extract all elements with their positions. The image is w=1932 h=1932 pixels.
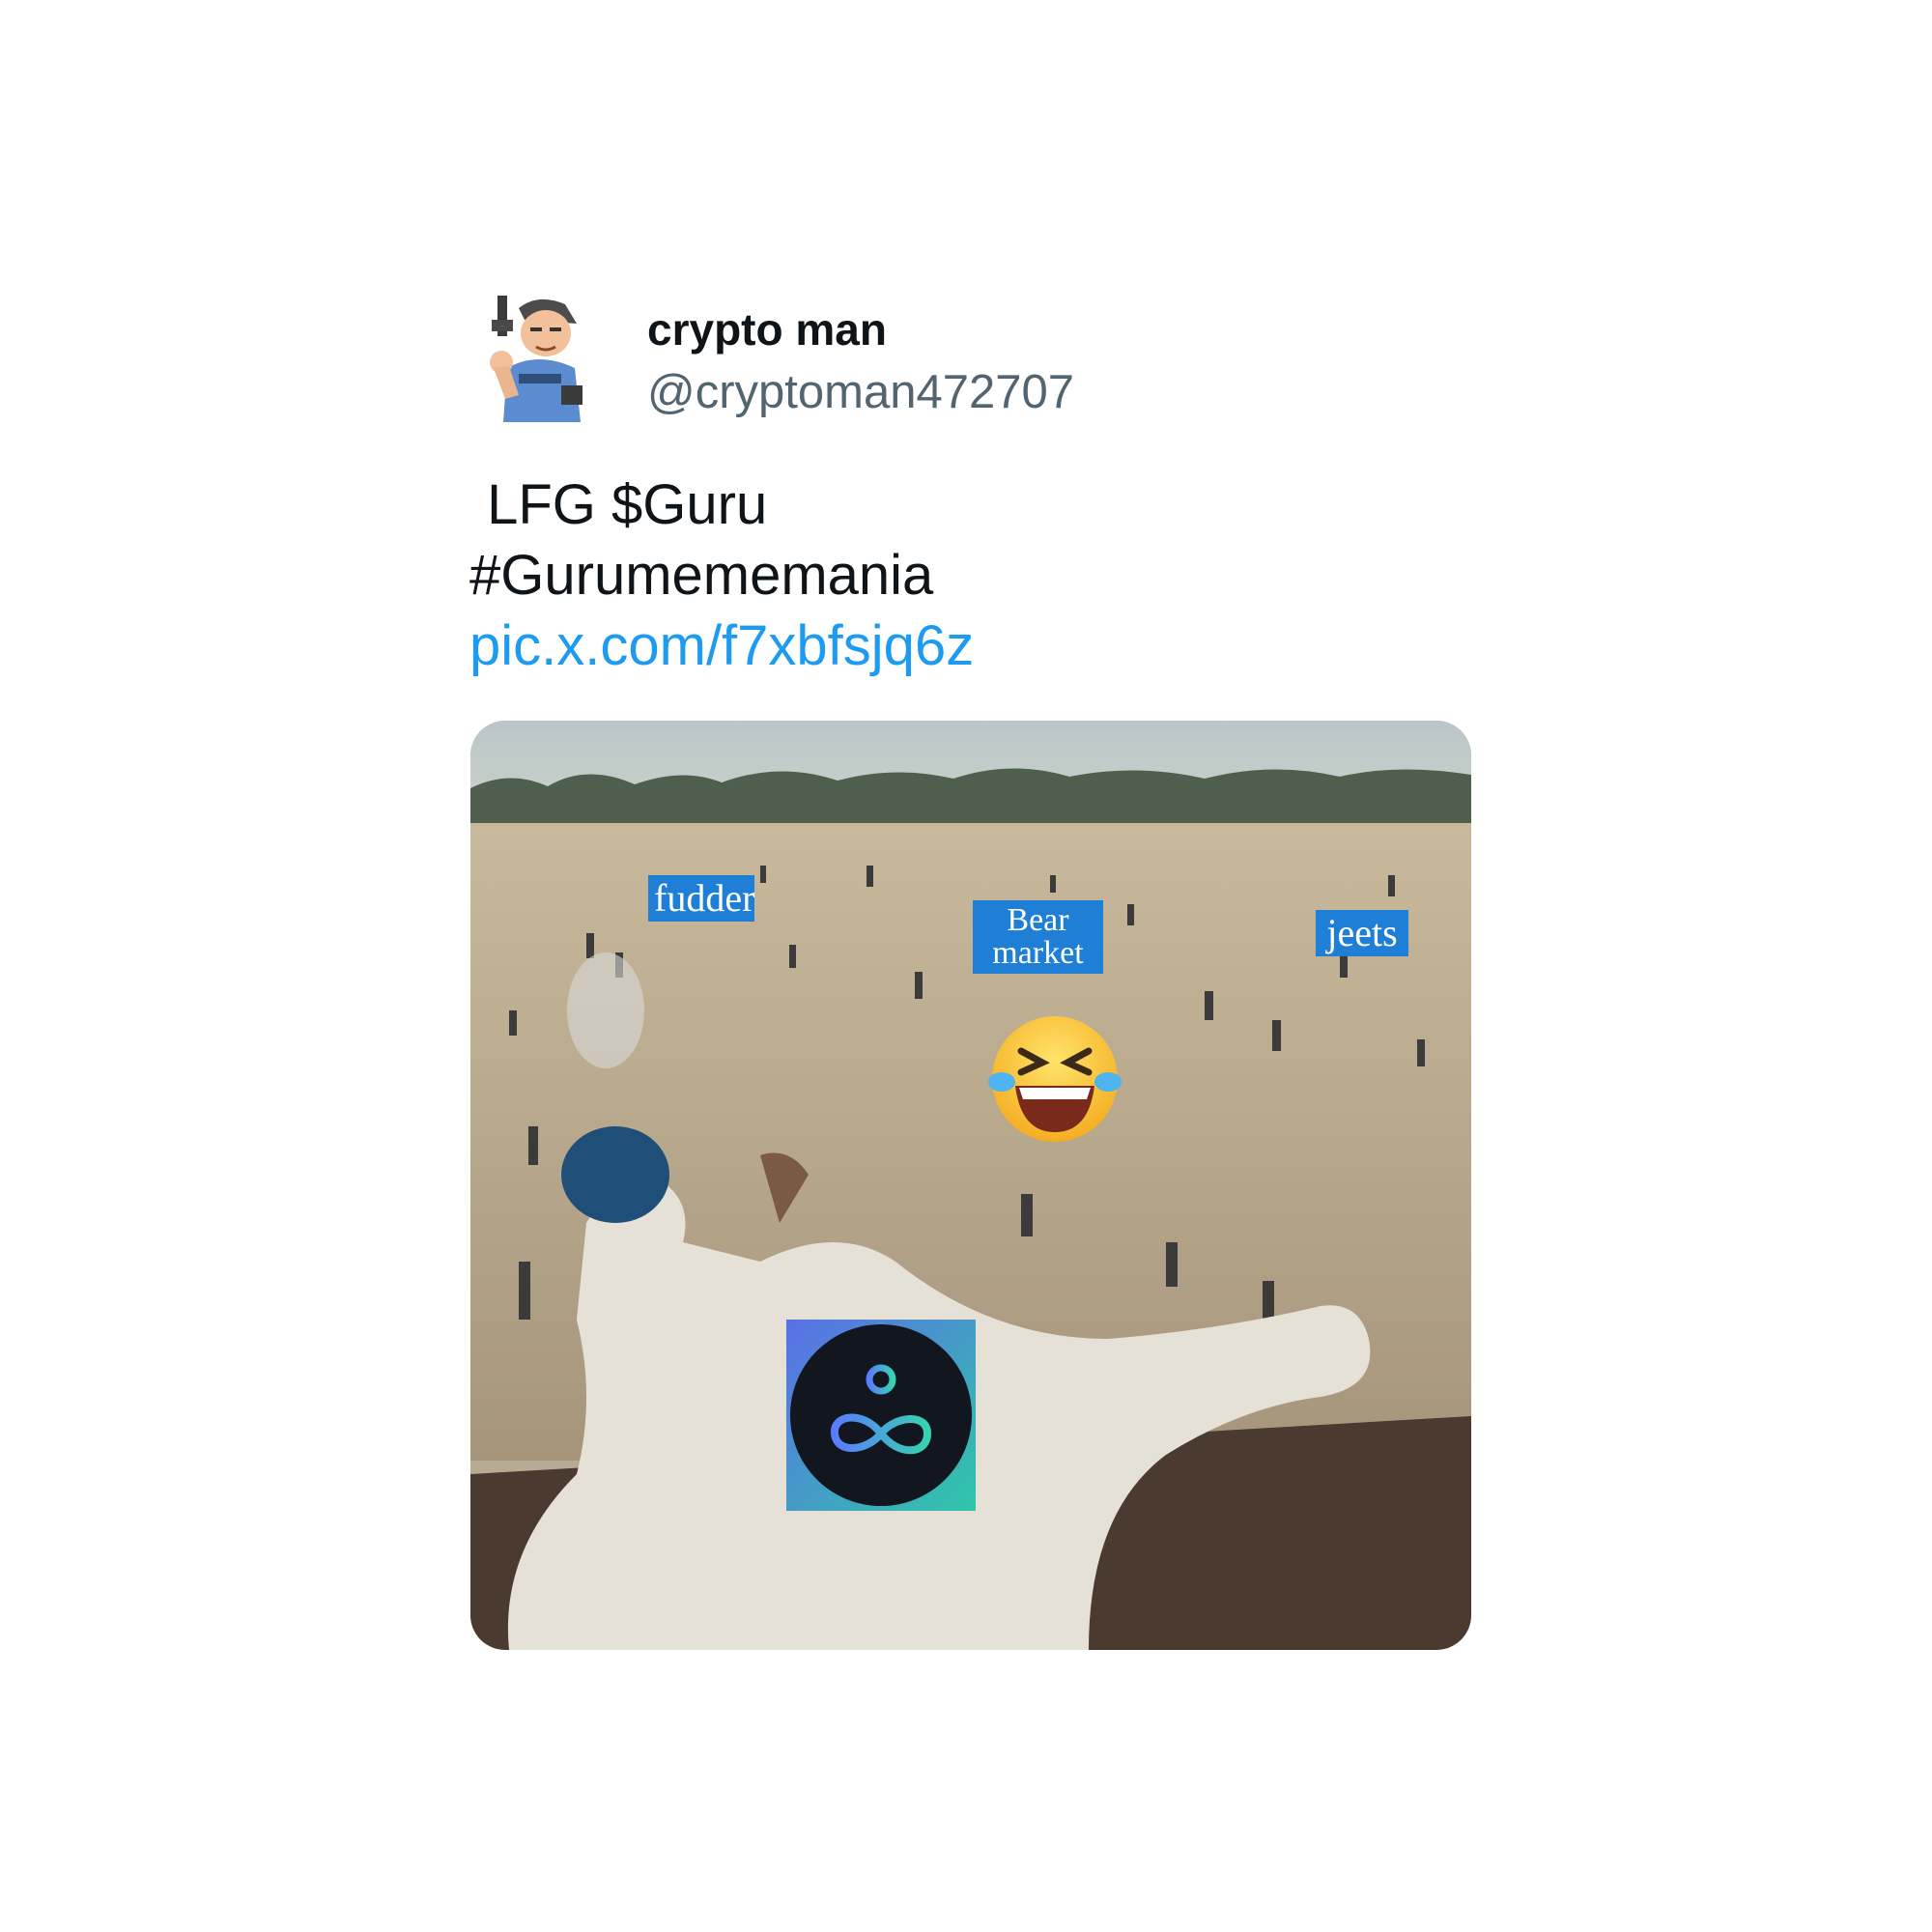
author-handle[interactable]: @cryptoman472707 (647, 369, 1074, 416)
tweet-card: crypto man @cryptoman472707 LFG $Guru #G… (0, 0, 1932, 1932)
author-name[interactable]: crypto man (647, 307, 887, 352)
avatar[interactable] (480, 291, 596, 426)
label-bear-line-1: Bear (1007, 902, 1069, 938)
guru-infinity-logo-icon (786, 1320, 976, 1511)
label-jeets: jeets (1316, 910, 1408, 956)
media-link[interactable]: pic.x.com/f7xbfsjq6z (469, 618, 974, 674)
label-bear-market: Bear market (973, 900, 1103, 974)
cartoon-gunman-avatar-icon (490, 296, 582, 422)
tweet-text-line-1: LFG $Guru (471, 473, 768, 536)
laughing-emoji-icon (988, 1016, 1122, 1142)
tweet-media-image[interactable]: fudder Bear market jeets (470, 721, 1471, 1650)
label-fudder: fudder (648, 875, 754, 922)
label-bear-line-2: market (992, 935, 1084, 971)
guru-logo-overlay (786, 1320, 976, 1511)
hashtag-link[interactable]: #Gurumememania (469, 548, 933, 604)
